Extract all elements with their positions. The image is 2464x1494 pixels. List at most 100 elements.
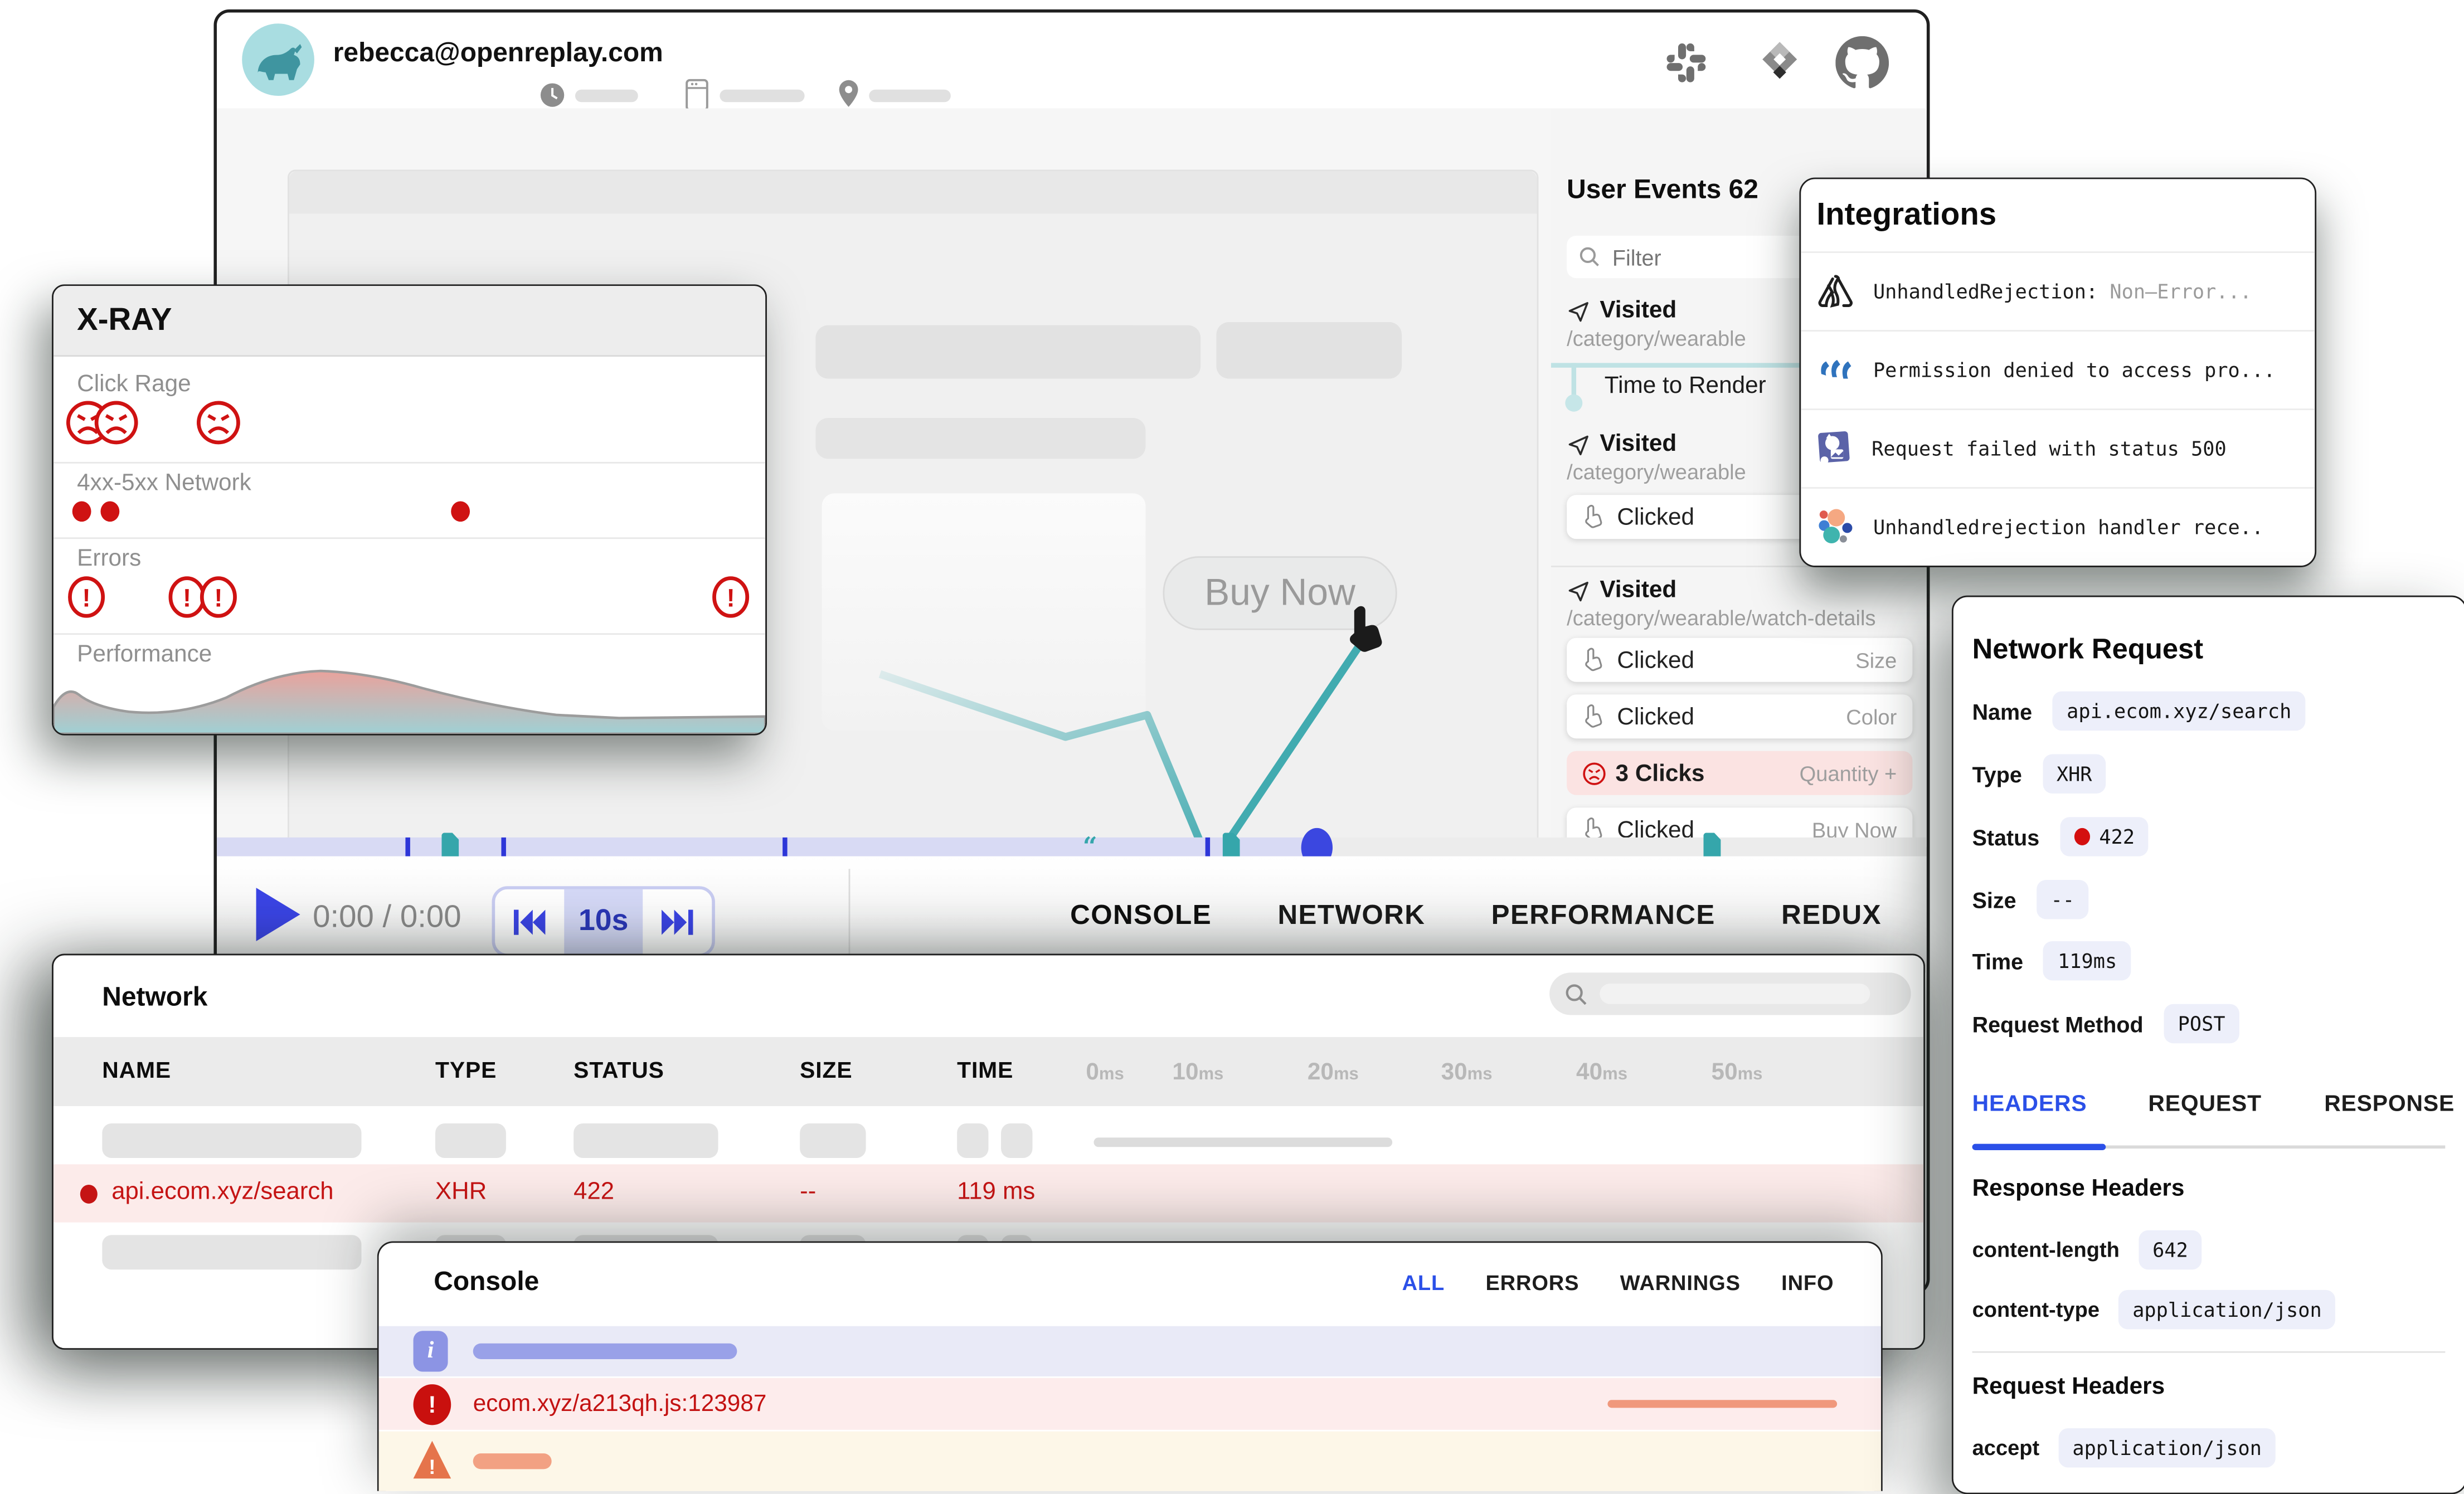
error-badge-icon[interactable]: !	[710, 575, 751, 619]
skip-forward-icon	[660, 907, 694, 936]
tab-redux[interactable]: REDUX	[1781, 899, 1882, 932]
network-error-dot[interactable]	[72, 501, 91, 522]
network-error-dot[interactable]	[100, 501, 119, 522]
col-type[interactable]: TYPE	[435, 1059, 497, 1084]
event-card-clicked[interactable]: Clicked Color	[1567, 694, 1912, 738]
angry-face-icon[interactable]	[195, 399, 242, 446]
console-tab-all[interactable]: ALL	[1402, 1271, 1445, 1295]
svg-text:!: !	[727, 583, 735, 612]
col-name[interactable]: NAME	[102, 1059, 171, 1084]
warning-icon: !	[412, 1438, 453, 1482]
event-type[interactable]: Visited	[1600, 577, 1676, 604]
pointer-hand-icon	[1582, 648, 1604, 673]
tab-headers[interactable]: HEADERS	[1972, 1092, 2087, 1117]
header-value: 642	[2139, 1230, 2202, 1269]
log-skeleton-bar	[473, 1453, 552, 1469]
integration-text: Unhandledrejection handler rece..	[1873, 515, 2263, 539]
event-type[interactable]: Visited	[1600, 431, 1676, 458]
clock-icon	[539, 82, 566, 109]
event-card-detail: Color	[1846, 705, 1897, 728]
search-input-placeholder	[1600, 984, 1870, 1004]
console-tab-info[interactable]: INFO	[1781, 1271, 1834, 1295]
request-field-value: 422	[2060, 817, 2149, 856]
tab-console[interactable]: CONSOLE	[1070, 899, 1212, 932]
console-row-warning[interactable]: !	[379, 1432, 1882, 1491]
console-tab-warnings[interactable]: WARNINGS	[1620, 1271, 1741, 1295]
log-skeleton-bar	[1607, 1400, 1837, 1408]
console-tabs: ALL ERRORS WARNINGS INFO	[1402, 1271, 1834, 1295]
slack-icon[interactable]	[1663, 39, 1710, 86]
devtools-tabs: CONSOLE NETWORK PERFORMANCE REDUX	[1070, 899, 1882, 932]
error-badge-icon[interactable]: !	[198, 575, 239, 619]
header-value: application/json	[2058, 1428, 2276, 1467]
xray-header: X-RAY	[54, 286, 765, 357]
svg-text:!: !	[183, 583, 191, 612]
error-badge-icon[interactable]: !	[66, 575, 106, 619]
search-icon	[1565, 983, 1587, 1005]
event-card-label: 3 Clicks	[1616, 760, 1705, 786]
console-row-error[interactable]: ! ecom.xyz/a213qh.js:123987	[379, 1378, 1882, 1430]
event-card-label: Clicked	[1617, 646, 1694, 673]
pointer-hand-icon	[1582, 504, 1604, 529]
info-icon: i	[414, 1331, 448, 1371]
meta-bar	[575, 90, 638, 103]
xray-divider	[54, 633, 765, 635]
skip-forward-button[interactable]	[643, 889, 712, 954]
svg-text:!: !	[82, 583, 91, 612]
console-title: Console	[434, 1267, 539, 1298]
xray-network-label: 4xx-5xx Network	[77, 470, 251, 497]
svg-text:!: !	[214, 583, 222, 612]
col-time[interactable]: TIME	[957, 1059, 1013, 1084]
xray-divider	[54, 462, 765, 464]
xray-divider	[54, 537, 765, 539]
network-request-title: Network Request	[1972, 633, 2204, 666]
event-path: /category/wearable	[1567, 460, 1746, 484]
skip-back-button[interactable]	[495, 889, 564, 954]
visited-icon	[1567, 580, 1590, 603]
integration-text: UnhandledRejection:	[1873, 280, 2098, 303]
integration-row-elastic[interactable]: Unhandledrejection handler rece..	[1801, 489, 2315, 566]
timeline-track[interactable]: “	[217, 838, 1927, 857]
skip-amount[interactable]: 10s	[564, 889, 643, 954]
event-card-rage-clicks[interactable]: 3 Clicks Quantity +	[1567, 751, 1912, 795]
console-tab-errors[interactable]: ERRORS	[1485, 1271, 1579, 1295]
request-field-name: Name api.ecom.xyz/search	[1972, 692, 2306, 731]
request-type: XHR	[435, 1179, 487, 1207]
integration-row-sentry[interactable]: UnhandledRejection: Non—Error...	[1801, 253, 2315, 330]
xray-errors-label: Errors	[77, 545, 141, 572]
request-field-type: Type XHR	[1972, 754, 2106, 793]
tab-network[interactable]: NETWORK	[1277, 899, 1425, 932]
integration-row-datadog[interactable]: Request failed with status 500	[1801, 410, 2315, 487]
event-type[interactable]: Visited	[1600, 297, 1676, 324]
network-error-dot[interactable]	[451, 501, 470, 522]
xray-title: X-RAY	[77, 303, 172, 339]
event-card-detail: Size	[1855, 648, 1897, 671]
tab-response[interactable]: RESPONSE	[2324, 1092, 2455, 1117]
tab-performance[interactable]: PERFORMANCE	[1491, 899, 1715, 932]
integration-row-bugsnag[interactable]: Permission denied to access pro...	[1801, 332, 2315, 408]
play-button[interactable]	[253, 884, 303, 944]
event-card-clicked[interactable]: Clicked Size	[1567, 638, 1912, 682]
network-row-skeleton[interactable]	[54, 1117, 1923, 1165]
header-row-content-type: content-type application/json	[1972, 1290, 2336, 1329]
visited-icon	[1567, 434, 1590, 457]
github-icon[interactable]	[1835, 36, 1889, 90]
console-error-icon: !	[414, 1384, 451, 1425]
network-row-error[interactable]: api.ecom.xyz/search XHR 422 -- 119 ms	[54, 1164, 1923, 1222]
tab-request[interactable]: REQUEST	[2148, 1092, 2262, 1117]
tabs-underline-active	[1972, 1144, 2106, 1150]
network-search-box[interactable]	[1549, 972, 1911, 1015]
col-size[interactable]: SIZE	[800, 1059, 852, 1084]
event-child[interactable]: Time to Render	[1605, 372, 1766, 399]
waterfall-tick: 40ms	[1576, 1059, 1627, 1087]
meta-bar	[720, 90, 804, 103]
angry-face-icon[interactable]	[93, 399, 140, 446]
console-row-info[interactable]: i	[379, 1326, 1882, 1376]
skip-back-icon	[512, 907, 547, 936]
user-events-title: User Events	[1567, 174, 1721, 205]
request-status: 422	[574, 1179, 614, 1207]
request-headers-title: Request Headers	[1972, 1373, 2165, 1400]
section-divider	[1972, 1351, 2446, 1353]
col-status[interactable]: STATUS	[574, 1059, 664, 1084]
jira-icon[interactable]	[1754, 38, 1806, 90]
